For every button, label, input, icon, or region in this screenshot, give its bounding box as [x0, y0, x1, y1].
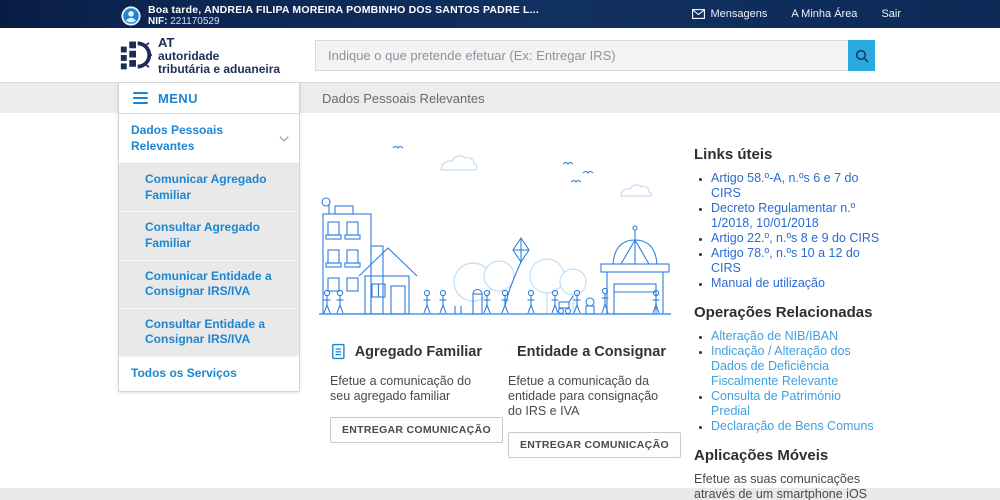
entregar-comunicacao-agregado-button[interactable]: ENTREGAR COMUNICAÇÃO	[330, 417, 503, 443]
related-operations-title: Operações Relacionadas	[694, 304, 882, 321]
hamburger-icon	[133, 92, 148, 104]
sidebar-parent-label: Dados Pessoais Relevantes	[131, 123, 279, 154]
sidebar-item-todos-servicos[interactable]: Todos os Serviços	[119, 357, 299, 391]
menu-label: MENU	[158, 91, 198, 106]
entregar-comunicacao-entidade-button[interactable]: ENTREGAR COMUNICAÇÃO	[508, 432, 681, 458]
useful-links-list: Artigo 58.º-A, n.ºs 6 e 7 do CIRS Decret…	[694, 171, 882, 291]
breadcrumb: Dados Pessoais Relevantes	[322, 83, 485, 114]
sidebar-item-consultar-entidade[interactable]: Consultar Entidade a Consignar IRS/IVA	[119, 309, 299, 357]
useful-link[interactable]: Decreto Regulamentar n.º 1/2018, 10/01/2…	[711, 201, 882, 231]
messages-label: Mensagens	[711, 8, 768, 20]
card-description: Efetue a comunicação da entidade para co…	[508, 374, 666, 419]
document-icon	[508, 338, 509, 365]
my-area-label: A Minha Área	[791, 8, 857, 20]
sidebar-item-consultar-agregado[interactable]: Consultar Agregado Familiar	[119, 212, 299, 260]
mobile-apps-description: Efetue as suas comunicações através de u…	[694, 472, 882, 500]
search-bar	[315, 40, 875, 71]
useful-links-title: Links úteis	[694, 146, 882, 163]
user-avatar-icon	[121, 6, 141, 26]
right-column: Links úteis Artigo 58.º-A, n.ºs 6 e 7 do…	[694, 146, 882, 500]
mobile-apps-title: Aplicações Móveis	[694, 447, 882, 464]
nif-value: 221170529	[170, 16, 219, 27]
at-portal-page: Boa tarde, ANDREIA FILIPA MOREIRA POMBIN…	[0, 0, 1000, 500]
card-title: Agregado Familiar	[355, 344, 482, 360]
sidebar-item-comunicar-agregado[interactable]: Comunicar Agregado Familiar	[119, 164, 299, 212]
related-operation-link[interactable]: Declaração de Bens Comuns	[711, 419, 882, 434]
logo-line2: tributária e aduaneira	[158, 63, 280, 76]
topbar: Boa tarde, ANDREIA FILIPA MOREIRA POMBIN…	[0, 0, 1000, 28]
related-operations-list: Alteração de NIB/IBAN Indicação / Altera…	[694, 329, 882, 434]
nif-label: NIF:	[148, 16, 167, 27]
street-illustration	[315, 126, 675, 318]
related-operation-link[interactable]: Indicação / Alteração dos Dados de Defic…	[711, 344, 882, 389]
card-agregado-familiar: Agregado Familiar Efetue a comunicação d…	[330, 338, 482, 443]
envelope-icon	[692, 9, 705, 19]
useful-link[interactable]: Artigo 22.º, n.ºs 8 e 9 do CIRS	[711, 231, 882, 246]
related-operation-link[interactable]: Alteração de NIB/IBAN	[711, 329, 882, 344]
card-description: Efetue a comunicação do seu agregado fam…	[330, 374, 482, 404]
search-button[interactable]	[848, 40, 875, 71]
logo-acronym: AT	[158, 36, 280, 50]
nif-line: NIF: 221170529	[148, 16, 539, 28]
card-title: Entidade a Consignar	[517, 344, 666, 360]
chevron-down-icon	[279, 135, 289, 143]
topbar-menu: Mensagens A Minha Área Sair	[692, 0, 901, 28]
sidebar-item-comunicar-entidade[interactable]: Comunicar Entidade a Consignar IRS/IVA	[119, 261, 299, 309]
sidebar-menu: MENU Dados Pessoais Relevantes Comunicar…	[118, 82, 300, 392]
sidebar-item-dados-pessoais-relevantes[interactable]: Dados Pessoais Relevantes	[119, 114, 299, 164]
messages-link[interactable]: Mensagens	[692, 8, 768, 20]
useful-link[interactable]: Manual de utilização	[711, 276, 882, 291]
at-logo-icon	[120, 35, 152, 75]
useful-link[interactable]: Artigo 58.º-A, n.ºs 6 e 7 do CIRS	[711, 171, 882, 201]
logout-link[interactable]: Sair	[881, 8, 901, 20]
menu-toggle[interactable]: MENU	[119, 83, 299, 114]
logout-label: Sair	[881, 8, 901, 20]
related-operation-link[interactable]: Consulta de Património Predial	[711, 389, 882, 419]
header: AT autoridade tributária e aduaneira	[0, 28, 1000, 82]
user-summary[interactable]: Boa tarde, ANDREIA FILIPA MOREIRA POMBIN…	[121, 4, 539, 28]
document-icon	[330, 338, 347, 365]
search-icon	[855, 49, 869, 63]
my-area-link[interactable]: A Minha Área	[791, 8, 857, 20]
useful-link[interactable]: Artigo 78.º, n.ºs 10 a 12 do CIRS	[711, 246, 882, 276]
search-input[interactable]	[315, 40, 848, 71]
at-logo[interactable]: AT autoridade tributária e aduaneira	[120, 35, 280, 76]
greeting-text: Boa tarde, ANDREIA FILIPA MOREIRA POMBIN…	[148, 4, 539, 16]
card-entidade-consignar: Entidade a Consignar Efetue a comunicaçã…	[508, 338, 666, 458]
at-logo-text: AT autoridade tributária e aduaneira	[158, 35, 280, 76]
